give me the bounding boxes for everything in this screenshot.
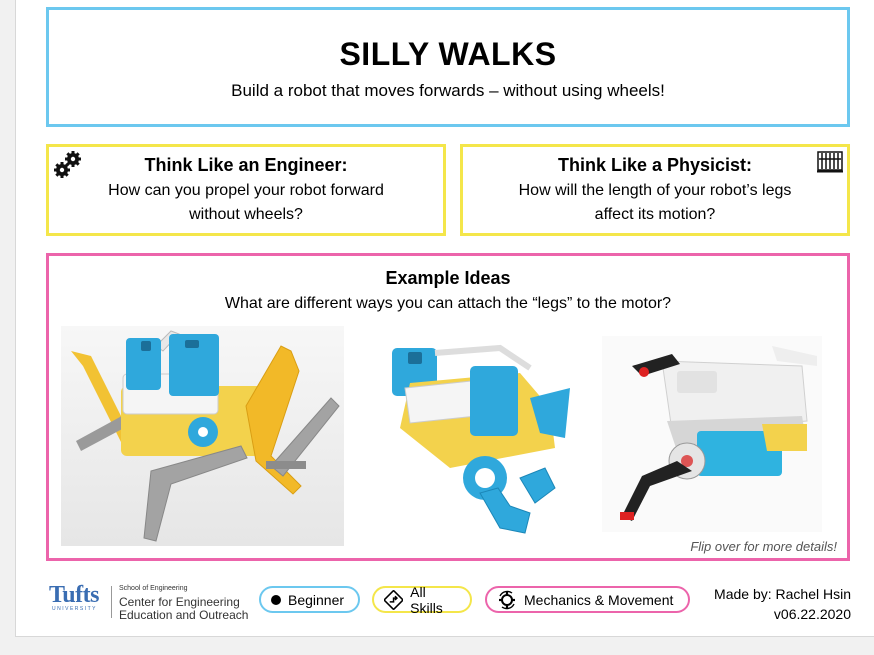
robot-photo-gray-legs xyxy=(61,326,344,546)
author-credit: Made by: Rachel Hsin xyxy=(714,586,851,602)
activity-card: SILLY WALKS Build a robot that moves for… xyxy=(15,0,874,637)
credits: Made by: Rachel Hsin v06.22.2020 xyxy=(714,584,851,624)
engineer-panel: Think Like an Engineer: How can you prop… xyxy=(46,144,446,236)
logo-divider xyxy=(111,586,112,618)
skills-badge: All Skills xyxy=(372,583,472,616)
tufts-university-text: UNIVERSITY xyxy=(52,606,98,612)
tufts-wordmark: Tufts xyxy=(49,582,99,608)
skills-label: All Skills xyxy=(410,583,443,616)
ideas-panel: Example Ideas What are different ways yo… xyxy=(46,253,850,561)
flip-note: Flip over for more details! xyxy=(690,539,837,554)
gears-icon xyxy=(54,151,81,178)
school-name: School of Engineering xyxy=(119,585,188,592)
physicist-question: How will the length of your robot’s legs… xyxy=(518,182,792,223)
physicist-panel: Think Like a Physicist: How will the len… xyxy=(460,144,850,236)
title-panel: SILLY WALKS Build a robot that moves for… xyxy=(46,7,850,127)
topic-label: Mechanics & Movement xyxy=(524,591,674,608)
tufts-ceeo-logo: Tufts UNIVERSITY School of Engineering C… xyxy=(49,582,255,622)
center-name: Center for Engineering Education and Out… xyxy=(119,596,248,622)
filled-circle-icon xyxy=(271,594,281,605)
ideas-question: What are different ways you can attach t… xyxy=(224,295,672,312)
skills-icon xyxy=(384,589,404,610)
topic-badge: Mechanics & Movement xyxy=(485,586,690,613)
level-label: Beginner xyxy=(288,591,345,608)
gear-icon xyxy=(499,590,515,609)
abacus-icon xyxy=(817,151,843,173)
robot-photo-black-legs xyxy=(602,336,822,532)
level-badge: Beginner xyxy=(259,586,360,613)
center-name-line2: Education and Outreach xyxy=(119,608,249,622)
page-title: SILLY WALKS xyxy=(339,36,557,72)
engineer-heading: Think Like an Engineer: xyxy=(144,155,348,175)
engineer-question: How can you propel your robot forward wi… xyxy=(108,182,384,223)
footer: Tufts UNIVERSITY School of Engineering C… xyxy=(16,578,874,628)
page-subtitle: Build a robot that moves forwards – with… xyxy=(231,81,665,100)
version-label: v06.22.2020 xyxy=(773,606,851,622)
ideas-heading: Example Ideas xyxy=(385,268,511,288)
physicist-heading: Think Like a Physicist: xyxy=(557,155,753,175)
robot-photo-blue-legs xyxy=(380,328,576,548)
